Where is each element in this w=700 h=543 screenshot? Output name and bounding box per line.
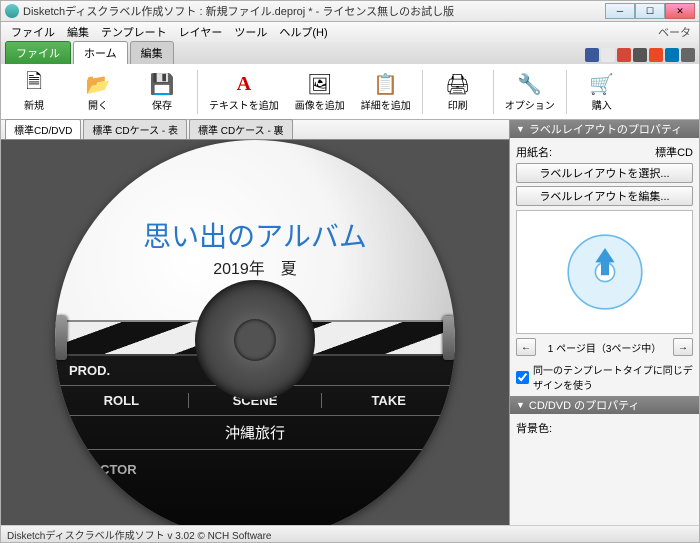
- menu-help[interactable]: ヘルプ(H): [273, 22, 333, 42]
- page-indicator: 1 ページ目（3ページ中）: [540, 340, 669, 355]
- ribbon-tab-row: ファイル ホーム 編集: [0, 42, 700, 64]
- new-button[interactable]: 🗎新規: [5, 67, 63, 117]
- rss-icon[interactable]: [681, 48, 695, 62]
- gplus-icon[interactable]: [617, 48, 631, 62]
- purchase-button[interactable]: 🛒購入: [573, 67, 631, 117]
- open-icon: 📂: [85, 71, 111, 97]
- menu-file[interactable]: ファイル: [5, 22, 61, 42]
- clapper-hinge-icon: [443, 316, 455, 360]
- twitter-icon[interactable]: [601, 48, 615, 62]
- clapper-director-label: DIRECTOR: [55, 450, 455, 477]
- clapper-hinge-icon: [55, 316, 67, 360]
- save-button[interactable]: 💾保存: [133, 67, 191, 117]
- page-navigator: ← 1 ページ目（3ページ中） →: [516, 338, 693, 356]
- same-design-label: 同一のテンプレートタイプに同じデザインを使う: [533, 362, 693, 392]
- paper-name-label: 用紙名:: [516, 144, 552, 160]
- collapse-icon: ▼: [516, 400, 525, 410]
- album-subtitle-text[interactable]: 2019年 夏: [55, 255, 455, 279]
- clapper-roll-label: ROLL: [55, 393, 189, 408]
- options-icon: 🔧: [517, 71, 543, 97]
- toolbar: 🗎新規 📂開く 💾保存 Aテキストを追加 🖼画像を追加 📋詳細を追加 🖨印刷 🔧…: [0, 64, 700, 120]
- prev-page-button[interactable]: ←: [516, 338, 536, 356]
- workspace: 標準CD/DVD 標準 CDケース - 表 標準 CDケース - 裏 思い出のア…: [0, 120, 700, 525]
- toolbar-separator: [493, 70, 494, 114]
- stumble-icon[interactable]: [649, 48, 663, 62]
- doc-tab-case-back[interactable]: 標準 CDケース - 裏: [189, 119, 293, 139]
- linkedin-icon[interactable]: [665, 48, 679, 62]
- clapper-take-label: TAKE: [322, 393, 455, 408]
- status-bar: Disketchディスクラベル作成ソフト v 3.02 © NCH Softwa…: [0, 525, 700, 543]
- menu-bar: ファイル 編集 テンプレート レイヤー ツール ヘルプ(H) ベータ: [0, 22, 700, 42]
- design-canvas[interactable]: 思い出のアルバム 2019年 夏 PROD. ROLL SCENE TAKE 沖…: [1, 140, 509, 525]
- open-button[interactable]: 📂開く: [69, 67, 127, 117]
- album-title-text[interactable]: 思い出のアルバム: [55, 215, 455, 255]
- bgcolor-label: 背景色:: [516, 420, 552, 436]
- ribbon-tab-file[interactable]: ファイル: [5, 41, 71, 64]
- beta-label: ベータ: [652, 22, 695, 42]
- edit-layout-button[interactable]: ラベルレイアウトを編集...: [516, 186, 693, 206]
- window-title: Disketchディスクラベル作成ソフト : 新規ファイル.deproj * -…: [23, 3, 605, 19]
- toolbar-separator: [197, 70, 198, 114]
- canvas-pane: 標準CD/DVD 標準 CDケース - 表 標準 CDケース - 裏 思い出のア…: [1, 120, 509, 525]
- layout-properties-body: 用紙名: 標準CD ラベルレイアウトを選択... ラベルレイアウトを編集... …: [510, 138, 699, 396]
- document-tabs: 標準CD/DVD 標準 CDケース - 表 標準 CDケース - 裏: [1, 120, 509, 140]
- ribbon-tab-home[interactable]: ホーム: [73, 41, 128, 64]
- app-icon: [5, 4, 19, 18]
- close-button[interactable]: ✕: [665, 3, 695, 19]
- layout-properties-header[interactable]: ▼ ラベルレイアウトのプロパティ: [510, 120, 699, 138]
- disc-label[interactable]: 思い出のアルバム 2019年 夏 PROD. ROLL SCENE TAKE 沖…: [55, 140, 455, 525]
- cart-icon: 🛒: [589, 71, 615, 97]
- status-text: Disketchディスクラベル作成ソフト v 3.02 © NCH Softwa…: [7, 527, 272, 542]
- doc-tab-cddvd[interactable]: 標準CD/DVD: [5, 119, 81, 139]
- minimize-button[interactable]: ─: [605, 3, 635, 19]
- layout-preview[interactable]: [516, 210, 693, 334]
- layout-header-label: ラベルレイアウトのプロパティ: [529, 121, 682, 137]
- menu-edit[interactable]: 編集: [61, 22, 95, 42]
- title-bar: Disketchディスクラベル作成ソフト : 新規ファイル.deproj * -…: [0, 0, 700, 22]
- select-layout-button[interactable]: ラベルレイアウトを選択...: [516, 163, 693, 183]
- doc-tab-case-front[interactable]: 標準 CDケース - 表: [83, 119, 187, 139]
- add-detail-button[interactable]: 📋詳細を追加: [356, 67, 416, 117]
- preview-disc-icon: [565, 232, 645, 312]
- cddvd-properties-header[interactable]: ▼ CD/DVD のプロパティ: [510, 396, 699, 414]
- same-design-checkbox[interactable]: [516, 371, 529, 384]
- text-icon: A: [231, 71, 257, 97]
- menu-tool[interactable]: ツール: [228, 22, 273, 42]
- detail-icon: 📋: [373, 71, 399, 97]
- image-icon: 🖼: [307, 71, 333, 97]
- print-button[interactable]: 🖨印刷: [429, 67, 487, 117]
- mixi-icon[interactable]: [633, 48, 647, 62]
- maximize-button[interactable]: ☐: [635, 3, 665, 19]
- options-button[interactable]: 🔧オプション: [500, 67, 560, 117]
- collapse-icon: ▼: [516, 124, 525, 134]
- toolbar-separator: [422, 70, 423, 114]
- print-icon: 🖨: [445, 71, 471, 97]
- cddvd-header-label: CD/DVD のプロパティ: [529, 397, 640, 413]
- facebook-icon[interactable]: [585, 48, 599, 62]
- same-design-row[interactable]: 同一のテンプレートタイプに同じデザインを使う: [516, 362, 693, 392]
- menu-layer[interactable]: レイヤー: [173, 22, 229, 42]
- properties-panel: ▼ ラベルレイアウトのプロパティ 用紙名: 標準CD ラベルレイアウトを選択..…: [509, 120, 699, 525]
- share-icons: [585, 48, 695, 64]
- next-page-button[interactable]: →: [673, 338, 693, 356]
- scene-value-text[interactable]: 沖縄旅行: [55, 416, 455, 450]
- menu-template[interactable]: テンプレート: [95, 22, 173, 42]
- new-icon: 🗎: [21, 71, 47, 97]
- add-text-button[interactable]: Aテキストを追加: [204, 67, 284, 117]
- ribbon-tab-edit[interactable]: 編集: [130, 41, 174, 64]
- toolbar-separator: [566, 70, 567, 114]
- disc-hole-icon: [234, 319, 276, 361]
- paper-name-value: 標準CD: [655, 144, 693, 160]
- cddvd-properties-body: 背景色:: [510, 414, 699, 442]
- save-icon: 💾: [149, 71, 175, 97]
- add-image-button[interactable]: 🖼画像を追加: [290, 67, 350, 117]
